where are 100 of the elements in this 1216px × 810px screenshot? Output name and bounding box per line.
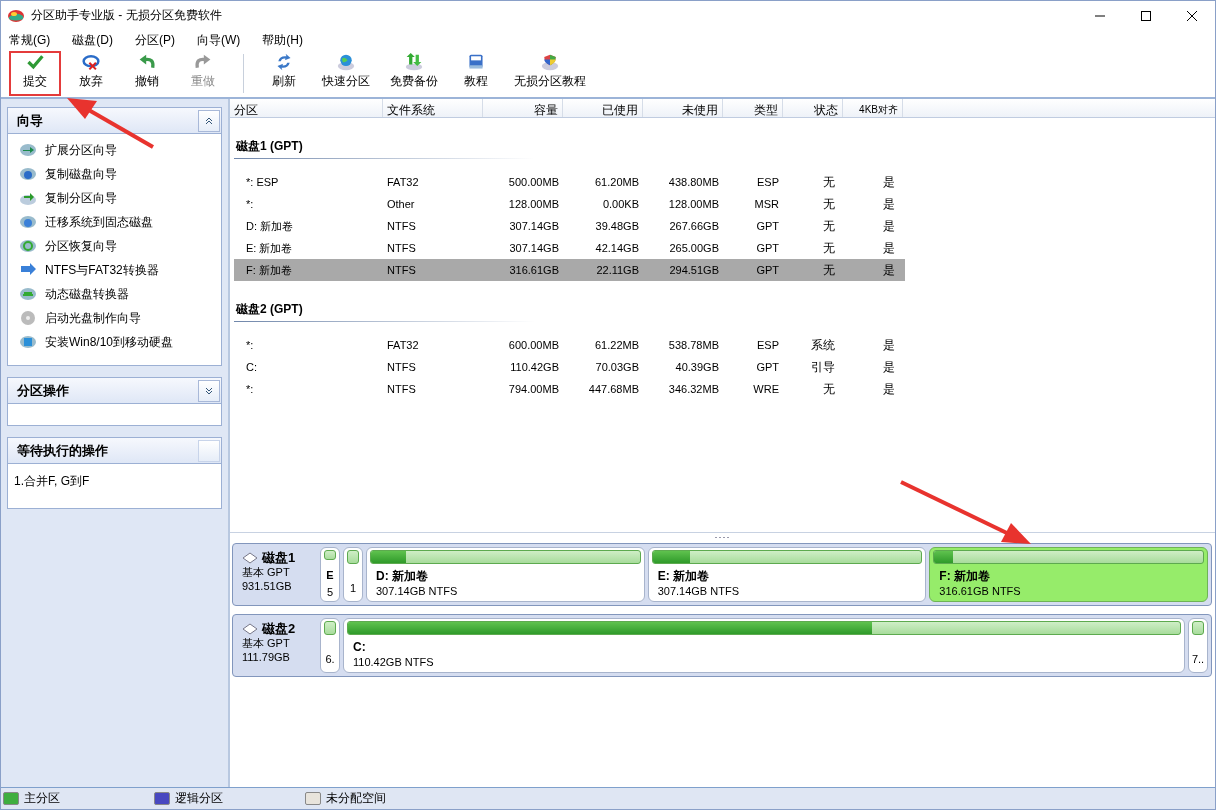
- column-header[interactable]: 已使用: [563, 99, 643, 117]
- disk-shield-icon: [539, 53, 561, 71]
- disk-globe-icon: [335, 53, 357, 71]
- table-cell-text: 600.00MB: [507, 339, 560, 351]
- partition-info: 5: [326, 585, 334, 599]
- disk-type: 基本 GPT: [242, 565, 291, 579]
- wizard-link[interactable]: NTFS与FAT32转换器: [45, 261, 159, 279]
- partition-name: C:: [353, 640, 367, 655]
- menu-item[interactable]: 帮助(H): [256, 30, 309, 50]
- app-logo-icon: [7, 8, 25, 23]
- table-cell-text: 是: [882, 261, 896, 279]
- legend-label: 未分配空间: [326, 790, 386, 807]
- column-header[interactable]: 容量: [483, 99, 563, 117]
- table-cell-text: 538.78MB: [667, 339, 720, 351]
- disc-cross-icon: [80, 53, 102, 71]
- table-cell-text: 307.14GB: [508, 242, 560, 254]
- disk-type: 基本 GPT: [242, 636, 291, 650]
- table-cell-text: *:: [245, 383, 255, 395]
- column-header[interactable]: 4KB对齐: [843, 99, 903, 117]
- table-cell-text: 无: [822, 217, 836, 235]
- partition-name: E: [326, 568, 334, 583]
- disk-name: 磁盘1: [262, 551, 296, 565]
- partition-block[interactable]: F: 新加卷 316.61GB NTFS: [929, 547, 1208, 602]
- toggle-button[interactable]: [198, 379, 220, 402]
- table-cell-text: E: 新加卷: [245, 240, 294, 256]
- wizard-icon: [20, 190, 36, 206]
- partition-block[interactable]: E: 新加卷 307.14GB NTFS: [647, 547, 927, 602]
- wizard-link[interactable]: 启动光盘制作向导: [45, 309, 141, 327]
- table-cell-text: 是: [882, 380, 896, 398]
- column-header[interactable]: 文件系统: [383, 99, 483, 117]
- toggle-button[interactable]: [198, 439, 220, 462]
- table-cell-text: NTFS: [386, 242, 417, 254]
- table-cell-text: 无: [822, 380, 836, 398]
- menu-item[interactable]: 向导(W): [191, 30, 247, 50]
- wizard-link[interactable]: 复制磁盘向导: [45, 165, 117, 183]
- table-cell-text: 316.61GB: [508, 264, 560, 276]
- table-cell-text: 0.00KB: [601, 198, 640, 210]
- column-header[interactable]: 未使用: [643, 99, 723, 117]
- menu-item[interactable]: 磁盘(D): [66, 30, 119, 50]
- wizard-link[interactable]: 安装Win8/10到移动硬盘: [45, 333, 174, 351]
- toolbar-button[interactable]: 教程: [450, 51, 502, 96]
- wizard-link[interactable]: 动态磁盘转换器: [45, 285, 129, 303]
- table-cell-text: 是: [882, 217, 896, 235]
- expand-icon: [205, 385, 213, 396]
- toolbar-button[interactable]: 撤销: [121, 51, 173, 96]
- table-cell-text: 无: [822, 195, 836, 213]
- section-title: 向导: [16, 111, 43, 130]
- disk-card[interactable]: 磁盘1 基本 GPT 931.51GB E 5 1 D: 新加卷 307.14GB NTFS E: 新加卷 307.14GB NTFS F: 新加卷 316.61GB NTFS: [232, 543, 1212, 606]
- menu-item[interactable]: 分区(P): [129, 30, 181, 50]
- partition-name: E: 新加卷: [657, 569, 710, 584]
- column-header[interactable]: 状态: [783, 99, 843, 117]
- partition-block[interactable]: E 5: [320, 547, 340, 602]
- table-cell-text: 是: [882, 336, 896, 354]
- partition-block[interactable]: 1: [343, 547, 363, 602]
- column-header[interactable]: 类型: [723, 99, 783, 117]
- table-cell-text: 无: [822, 261, 836, 279]
- table-cell-text: 294.51GB: [668, 264, 720, 276]
- table-cell-text: 引导: [810, 358, 836, 376]
- disk-card[interactable]: 磁盘2 基本 GPT 111.79GB 6. C: 110.42GB NTFS 7..: [232, 614, 1212, 677]
- partition-block[interactable]: 6.: [320, 618, 340, 673]
- disk-group-title: 磁盘2 (GPT): [234, 301, 534, 322]
- partition-info: 1: [349, 581, 357, 595]
- toolbar-button[interactable]: 免费备份: [382, 51, 446, 96]
- toolbar-button[interactable]: 快速分区: [314, 51, 378, 96]
- table-cell-text: *:: [245, 339, 255, 351]
- table-cell-text: 39.48GB: [594, 220, 640, 232]
- partition-name: F: 新加卷: [939, 569, 991, 584]
- table-cell-text: 265.00GB: [668, 242, 720, 254]
- partition-block[interactable]: D: 新加卷 307.14GB NTFS: [366, 547, 645, 602]
- disk-group-title: 磁盘1 (GPT): [234, 138, 534, 159]
- table-cell-text: FAT32: [386, 176, 420, 188]
- table-cell-text: 61.20MB: [593, 176, 640, 188]
- wizard-link[interactable]: 分区恢复向导: [45, 237, 117, 255]
- table-cell-text: GPT: [755, 361, 780, 373]
- selected-row[interactable]: F: 新加卷 NTFS 316.61GB 22.11GB 294.51GB GPT 无 是: [234, 259, 905, 281]
- partition-block[interactable]: C: 110.42GB NTFS: [343, 618, 1185, 673]
- toggle-button[interactable]: [198, 109, 220, 132]
- wizard-link[interactable]: 迁移系统到固态磁盘: [45, 213, 153, 231]
- maximize-button[interactable]: [1140, 9, 1152, 22]
- table-cell-text: 307.14GB: [508, 220, 560, 232]
- table-cell-text: 110.42GB: [509, 361, 560, 373]
- toolbar-button[interactable]: 无损分区教程: [506, 51, 594, 96]
- toolbar-button[interactable]: 提交: [9, 51, 61, 96]
- close-button[interactable]: [1186, 9, 1198, 22]
- table-cell-text: GPT: [755, 242, 780, 254]
- window-title: 分区助手专业版 - 无损分区免费软件: [31, 7, 223, 24]
- menu-item[interactable]: 常规(G): [3, 30, 57, 50]
- table-cell-text: 42.14GB: [594, 242, 640, 254]
- toolbar-button[interactable]: 放弃: [65, 51, 117, 96]
- backup-arrows-icon: [403, 53, 425, 71]
- table-cell-text: C:: [245, 361, 258, 373]
- column-header[interactable]: 分区: [230, 99, 383, 117]
- table-cell-text: GPT: [755, 264, 780, 276]
- wizard-link[interactable]: 扩展分区向导: [45, 141, 117, 159]
- table-cell-text: 无: [822, 173, 836, 191]
- usage-bar: [324, 621, 336, 635]
- toolbar-button[interactable]: 刷新: [258, 51, 310, 96]
- wizard-link[interactable]: 复制分区向导: [45, 189, 117, 207]
- partition-info: 316.61GB NTFS: [939, 584, 1022, 598]
- partition-block[interactable]: 7..: [1188, 618, 1208, 673]
